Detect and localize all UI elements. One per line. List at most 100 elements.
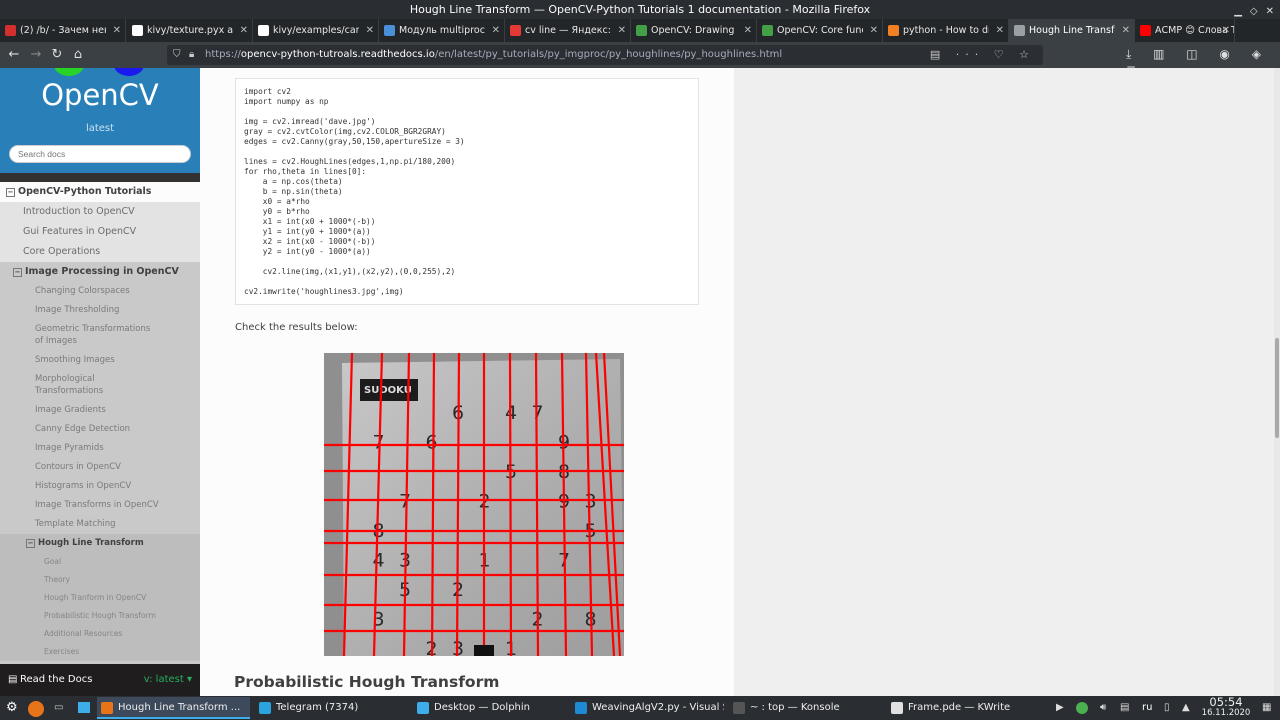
- taskbar-task[interactable]: ~ : top — Konsole: [729, 697, 882, 719]
- tab-close-icon[interactable]: ✕: [366, 19, 374, 42]
- browser-tab[interactable]: OpenCV: Core functi ✕: [757, 19, 883, 42]
- browser-tab[interactable]: АСМР 😊 Слова Т ✕: [1135, 19, 1235, 42]
- toc-item-label: Introduction to OpenCV: [23, 206, 135, 217]
- sudoku-header: SUDOKU: [364, 385, 412, 396]
- toc-item-label: Hough Tranform in OpenCV: [44, 593, 147, 602]
- rtd-label: Read the Docs: [20, 674, 93, 685]
- tray-app-icon[interactable]: [1076, 702, 1088, 714]
- toc-item[interactable]: Image Transforms in OpenCV: [0, 496, 200, 515]
- taskbar-task[interactable]: Hough Line Transform ...: [97, 697, 250, 719]
- collapse-icon[interactable]: −: [13, 268, 22, 277]
- url-bar[interactable]: ⛉ 🔒︎ https://opencv-python-tutroals.read…: [167, 45, 1043, 65]
- browser-tab[interactable]: (2) /b/ - Зачем нек ✕: [0, 19, 126, 42]
- folder-launcher-icon[interactable]: [78, 702, 90, 713]
- toc-item[interactable]: Probabilistic Hough Transform: [0, 607, 200, 625]
- rtd-version[interactable]: v: latest ▾: [144, 664, 192, 696]
- tab-favicon-icon: [762, 25, 773, 36]
- toc-item[interactable]: Geometric Transformations of Images: [0, 320, 200, 351]
- toc-item[interactable]: Morphological Transformations: [0, 370, 200, 401]
- tab-close-icon[interactable]: ✕: [1122, 19, 1130, 42]
- browser-tab[interactable]: kivy/texture.pyx at ✕: [127, 19, 253, 42]
- toc-item[interactable]: − Hough Line Transform: [0, 534, 200, 553]
- toc-item[interactable]: Introduction to OpenCV: [0, 202, 200, 222]
- app-launcher-icon[interactable]: ⚙: [6, 696, 18, 720]
- window-titlebar: Hough Line Transform — OpenCV-Python Tut…: [0, 0, 1280, 19]
- read-the-docs-bar[interactable]: ▤ Read the Docs v: latest ▾: [0, 664, 200, 696]
- browser-tab[interactable]: Модуль multiproce ✕: [379, 19, 505, 42]
- browser-tab[interactable]: python - How to dra ✕: [883, 19, 1009, 42]
- tab-close-icon[interactable]: ✕: [492, 19, 500, 42]
- toc-item[interactable]: − OpenCV-Python Tutorials: [0, 182, 200, 202]
- back-icon[interactable]: ←: [5, 46, 23, 64]
- toc-item[interactable]: Image Pyramids: [0, 439, 200, 458]
- lock-icon[interactable]: 🔒︎: [189, 45, 194, 65]
- tab-close-icon[interactable]: ✕: [744, 19, 752, 42]
- task-label: ~ : top — Konsole: [750, 702, 840, 713]
- clipboard-icon[interactable]: ▤: [1120, 696, 1129, 720]
- toc-item[interactable]: Core Operations: [0, 242, 200, 262]
- book-icon: ▤: [8, 674, 18, 685]
- tab-close-icon[interactable]: ✕: [1222, 19, 1230, 42]
- task-app-icon: [417, 702, 429, 714]
- toc-item[interactable]: Canny Edge Detection: [0, 420, 200, 439]
- toc-item[interactable]: Additional Resources: [0, 625, 200, 643]
- browser-tab[interactable]: Hough Line Transfo ✕: [1009, 19, 1135, 42]
- tab-close-icon[interactable]: ✕: [870, 19, 878, 42]
- shield-icon[interactable]: ⛉: [173, 45, 181, 65]
- battery-icon[interactable]: ▯: [1164, 696, 1170, 720]
- firefox-launcher-icon[interactable]: [28, 701, 44, 717]
- collapse-icon[interactable]: −: [6, 188, 15, 197]
- reload-icon[interactable]: ↻: [48, 46, 66, 64]
- toc-item[interactable]: Hough Tranform in OpenCV: [0, 589, 200, 607]
- terminal-launcher-icon[interactable]: ▭: [54, 696, 63, 720]
- tab-close-icon[interactable]: ✕: [996, 19, 1004, 42]
- taskbar-task[interactable]: Telegram (7374): [255, 697, 408, 719]
- taskbar-task[interactable]: WeavingAlgV2.py - Visual St...: [571, 697, 724, 719]
- browser-tab[interactable]: kivy/examples/canv ✕: [253, 19, 379, 42]
- toc-item[interactable]: Exercises: [0, 643, 200, 661]
- tab-close-icon[interactable]: ✕: [618, 19, 626, 42]
- taskbar-task[interactable]: Desktop — Dolphin: [413, 697, 566, 719]
- task-app-icon: [101, 702, 113, 714]
- volume-icon[interactable]: 🔊︎: [1100, 696, 1106, 720]
- toc-item-label: Exercises: [44, 647, 80, 656]
- taskbar-task[interactable]: Frame.pde — KWrite: [887, 697, 1040, 719]
- collapse-icon[interactable]: −: [26, 539, 35, 548]
- url-actions[interactable]: ▤ ··· ♡ ☆: [930, 45, 1035, 65]
- task-label: Desktop — Dolphin: [434, 702, 530, 713]
- task-label: Telegram (7374): [276, 702, 359, 713]
- task-app-icon: [733, 702, 745, 714]
- toc-item[interactable]: Histograms in OpenCV: [0, 477, 200, 496]
- toc-item[interactable]: Image Gradients: [0, 401, 200, 420]
- browser-tab[interactable]: OpenCV: Drawing Fu ✕: [631, 19, 757, 42]
- keyboard-layout[interactable]: ru: [1142, 696, 1152, 720]
- page-scrollbar-thumb[interactable]: [1275, 338, 1279, 438]
- tab-close-icon[interactable]: ✕: [113, 19, 121, 42]
- url-host: opencv-python-tutroals.readthedocs.io: [240, 49, 435, 60]
- clock[interactable]: 05:54 16.11.2020: [1198, 696, 1254, 719]
- toc-item[interactable]: − Image Processing in OpenCV: [0, 262, 200, 282]
- sidebar-header: OpenCV latest: [0, 68, 200, 173]
- tab-favicon-icon: [636, 25, 647, 36]
- toc-item[interactable]: Changing Colorspaces: [0, 282, 200, 301]
- opencv-logo[interactable]: OpenCV: [0, 78, 200, 112]
- hough-line: [508, 353, 513, 656]
- toc-item[interactable]: Smoothing Images: [0, 351, 200, 370]
- media-icon[interactable]: ▶: [1056, 696, 1064, 720]
- browser-tab[interactable]: cv line — Яндекс: н ✕: [505, 19, 631, 42]
- url-path: /en/latest/py_tutorials/py_imgproc/py_ho…: [434, 49, 783, 60]
- search-docs-input[interactable]: [9, 145, 191, 163]
- toc-item[interactable]: Image Thresholding: [0, 301, 200, 320]
- toc-item[interactable]: Contours in OpenCV: [0, 458, 200, 477]
- home-icon[interactable]: ⌂: [69, 46, 87, 64]
- toc-item[interactable]: Gui Features in OpenCV: [0, 222, 200, 242]
- sudoku-digit: 4: [373, 550, 385, 572]
- toc-item[interactable]: Template Matching: [0, 515, 200, 534]
- show-desktop-icon[interactable]: ▦: [1262, 696, 1271, 720]
- url-prefix: https://: [205, 49, 241, 60]
- toc-item[interactable]: Theory: [0, 571, 200, 589]
- tab-close-icon[interactable]: ✕: [240, 19, 248, 42]
- tray-expand-icon[interactable]: ▲: [1182, 696, 1190, 720]
- toc-item[interactable]: Goal: [0, 553, 200, 571]
- forward-icon[interactable]: →: [27, 46, 45, 64]
